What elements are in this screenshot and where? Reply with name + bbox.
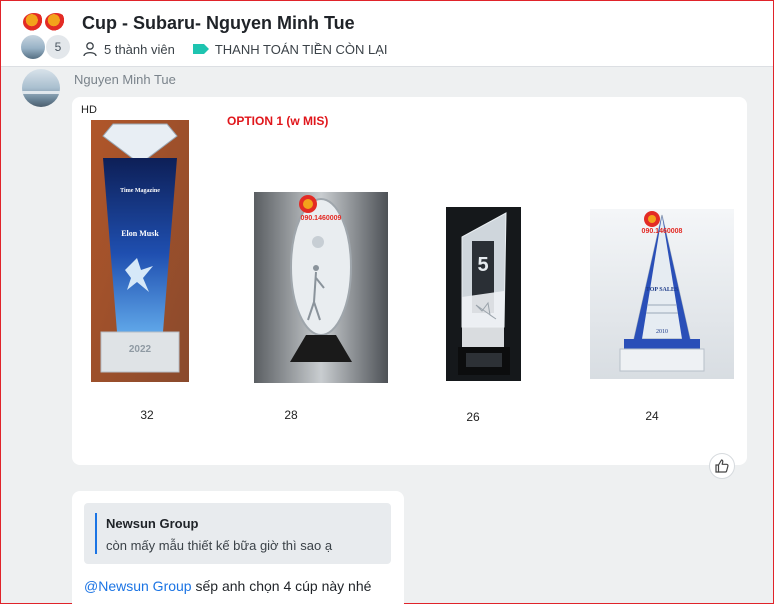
tag-icon [192,44,209,54]
member-count-badge: 5 [46,35,70,59]
number-five-trophy: 5 [446,207,521,381]
quote-bar [95,513,97,554]
option-label: OPTION 1 (w MIS) [227,114,329,128]
watermark-phone: 090.1460008 [642,228,683,235]
conversation-meta: 5 thành viên THANH TOÁN TIỀN CÒN LẠI [82,41,388,57]
quoted-message[interactable]: Newsun Group còn mấy mẫu thiết kế bữa gi… [84,503,391,564]
sender-name: Nguyen Minh Tue [74,72,176,87]
reply-message[interactable]: Newsun Group còn mấy mẫu thiết kế bữa gi… [72,491,404,604]
engraving-number: 5 [477,254,488,276]
conversation-title[interactable]: Cup - Subaru- Nguyen Minh Tue [82,13,355,34]
member-avatar [21,35,45,59]
thumbs-up-icon [715,459,729,473]
quote-sender: Newsun Group [106,516,199,531]
newsun-logo-icon [45,13,67,31]
sender-avatar[interactable] [22,69,60,107]
conversation-tag[interactable]: THANH TOÁN TIỀN CÒN LẠI [215,42,388,57]
like-button[interactable] [709,453,735,479]
engraving-year: 2022 [129,344,152,355]
image-message[interactable]: HD OPTION 1 (w MIS) Time Magazine Elon M… [72,97,747,465]
newsun-logo-icon [23,13,45,31]
engraving-title: Time Magazine [120,188,160,194]
price-label: 32 [140,408,154,422]
conversation-header: 5 Cup - Subaru- Nguyen Minh Tue 5 thành … [1,1,773,67]
user-icon [83,42,97,57]
engraving-year: 2010 [656,329,668,335]
mention-link[interactable]: @Newsun Group [84,578,192,594]
engraving-title: TOP SALES [646,287,679,293]
quote-text: còn mấy mẫu thiết kế bữa giờ thì sao ạ [106,538,333,553]
hd-label: HD [81,104,97,116]
price-label: 24 [645,409,659,423]
pyramid-crystal-trophy: TOP SALES 2010 090.1460008 [590,209,734,379]
reply-text: @Newsun Group sếp anh chọn 4 cúp này nhé [84,578,371,594]
watermark-phone: 090.1460009 [301,215,342,222]
price-label: 26 [466,410,480,424]
reply-body: sếp anh chọn 4 cúp này nhé [191,578,372,594]
oval-crystal-golf-trophy: 090.1460009 [254,192,388,383]
members-link[interactable]: 5 thành viên [104,42,175,57]
diamond-blue-trophy: Time Magazine Elon Musk 2022 [91,120,189,382]
group-avatar[interactable]: 5 [21,13,71,59]
price-label: 28 [284,408,298,422]
engraving-name: Elon Musk [121,229,159,238]
